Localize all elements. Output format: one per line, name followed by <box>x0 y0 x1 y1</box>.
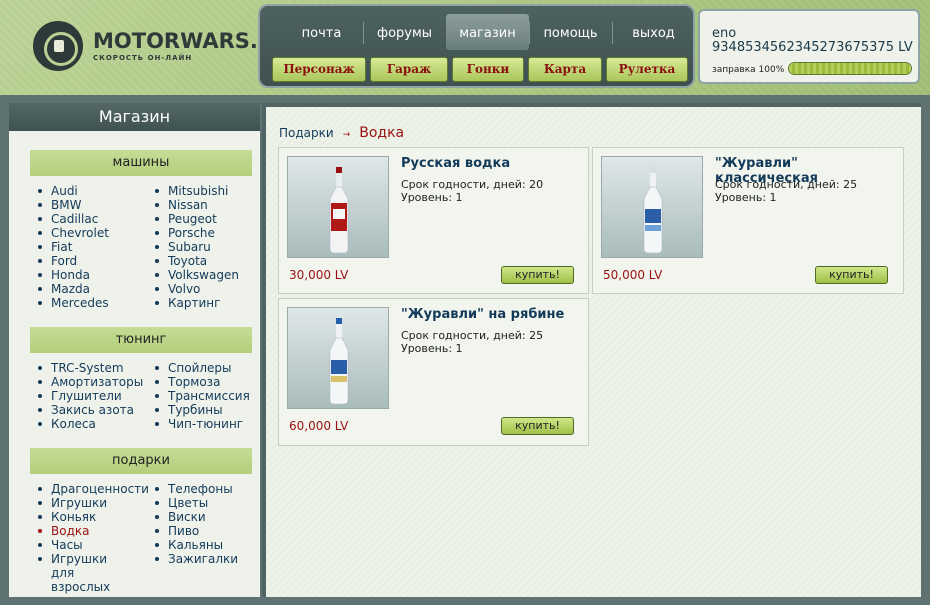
product-card: "Журавли" на рябине Срок годности, дней:… <box>278 298 589 446</box>
product-level: Уровень: 1 <box>401 191 463 204</box>
list-item[interactable]: Peugeot <box>148 212 239 226</box>
product-shelf-life: Срок годности, дней: 20 <box>401 178 544 191</box>
list-item[interactable]: Чип-тюнинг <box>148 417 250 431</box>
fuel-progress-bar <box>788 62 912 75</box>
gifts-list-col1: Драгоценности Игрушки Коньяк Водка Часы … <box>31 482 149 594</box>
list-item[interactable]: Коньяк <box>31 510 149 524</box>
user-panel: eno 9348534562345273675375 LV заправка 1… <box>698 9 920 84</box>
list-item[interactable]: Игрушки для взрослых <box>31 552 126 594</box>
list-item[interactable]: Toyota <box>148 254 239 268</box>
list-item[interactable]: Volkswagen <box>148 268 239 282</box>
product-title: "Журавли" на рябине <box>401 307 565 322</box>
list-item[interactable]: Тормоза <box>148 375 250 389</box>
gifts-list-col2: Телефоны Цветы Виски Пиво Кальяны Зажига… <box>148 482 238 566</box>
list-item[interactable]: Глушители <box>31 389 143 403</box>
product-shelf-life: Срок годности, дней: 25 <box>715 178 858 191</box>
vodka-bottle-icon <box>329 167 349 253</box>
cars-list-col1: Audi BMW Cadillac Chevrolet Fiat Ford Ho… <box>31 184 109 310</box>
list-item[interactable]: Закись азота <box>31 403 143 417</box>
vodka-bottle-icon <box>643 167 663 253</box>
breadcrumb-current: Водка <box>359 125 405 141</box>
list-item[interactable]: Колеса <box>31 417 143 431</box>
character-button[interactable]: Персонаж <box>272 57 366 82</box>
list-item[interactable]: Картинг <box>148 296 239 310</box>
product-shelf-life: Срок годности, дней: 25 <box>401 329 544 342</box>
main-content: Подарки → Водка Русская водка Срок годно… <box>262 103 921 597</box>
product-level: Уровень: 1 <box>715 191 777 204</box>
breadcrumb-parent[interactable]: Подарки <box>279 126 334 140</box>
list-item[interactable]: Nissan <box>148 198 239 212</box>
list-item[interactable]: Mercedes <box>31 296 109 310</box>
product-price: 60,000 LV <box>289 419 349 433</box>
list-item[interactable]: Трансмиссия <box>148 389 250 403</box>
list-item[interactable]: Амортизаторы <box>31 375 143 389</box>
product-price: 30,000 LV <box>289 268 349 282</box>
sidebar-title: Магазин <box>9 103 260 131</box>
roulette-button[interactable]: Рулетка <box>606 57 688 82</box>
buy-button[interactable]: купить! <box>501 417 574 435</box>
buy-button[interactable]: купить! <box>815 266 888 284</box>
list-item[interactable]: Fiat <box>31 240 109 254</box>
buy-button[interactable]: купить! <box>501 266 574 284</box>
list-item-active[interactable]: Водка <box>31 524 149 538</box>
product-image[interactable] <box>287 307 389 409</box>
list-item[interactable]: Volvo <box>148 282 239 296</box>
cars-list-col2: Mitsubishi Nissan Peugeot Porsche Subaru… <box>148 184 239 310</box>
garage-button[interactable]: Гараж <box>370 57 448 82</box>
nav-tab-mail[interactable]: почта <box>280 14 363 50</box>
breadcrumb-arrow-icon: → <box>342 130 351 140</box>
header: MOTORWARS.RU СКОРОСТЬ ОН-ЛАЙН почта фору… <box>0 0 930 95</box>
list-item[interactable]: Драгоценности <box>31 482 149 496</box>
list-item[interactable]: Кальяны <box>148 538 238 552</box>
list-item[interactable]: Honda <box>31 268 109 282</box>
list-item[interactable]: Турбины <box>148 403 250 417</box>
tuning-list-col2: Спойлеры Тормоза Трансмиссия Турбины Чип… <box>148 361 250 431</box>
list-item[interactable]: Porsche <box>148 226 239 240</box>
list-item[interactable]: Cadillac <box>31 212 109 226</box>
list-item[interactable]: Виски <box>148 510 238 524</box>
list-item[interactable]: TRC-System <box>31 361 143 375</box>
list-item[interactable]: BMW <box>31 198 109 212</box>
breadcrumb: Подарки → Водка <box>279 125 404 141</box>
list-item[interactable]: Цветы <box>148 496 238 510</box>
list-item[interactable]: Игрушки <box>31 496 149 510</box>
nav-tab-forums[interactable]: форумы <box>363 14 446 50</box>
vodka-bottle-icon <box>329 318 349 404</box>
site-logo[interactable]: MOTORWARS.RU СКОРОСТЬ ОН-ЛАЙН <box>33 21 291 71</box>
list-item[interactable]: Mitsubishi <box>148 184 239 198</box>
user-balance: 9348534562345273675375 LV <box>712 40 913 55</box>
list-item[interactable]: Ford <box>31 254 109 268</box>
fuel-label: заправка 100% <box>712 65 785 75</box>
list-item[interactable]: Спойлеры <box>148 361 250 375</box>
product-level: Уровень: 1 <box>401 342 463 355</box>
product-price: 50,000 LV <box>603 268 663 282</box>
category-gifts[interactable]: подарки <box>30 448 252 474</box>
category-tuning[interactable]: тюнинг <box>30 327 252 353</box>
product-image[interactable] <box>287 156 389 258</box>
product-card: Русская водка Срок годности, дней: 20 Ур… <box>278 147 589 294</box>
list-item[interactable]: Chevrolet <box>31 226 109 240</box>
product-title: Русская водка <box>401 156 511 171</box>
list-item[interactable]: Audi <box>31 184 109 198</box>
main-navigation: почта форумы магазин помощь выход Персон… <box>258 4 695 88</box>
races-button[interactable]: Гонки <box>452 57 524 82</box>
user-name[interactable]: eno <box>712 26 736 41</box>
nav-tab-help[interactable]: помощь <box>529 14 612 50</box>
category-cars[interactable]: машины <box>30 150 252 176</box>
nav-tab-shop[interactable]: магазин <box>446 14 529 50</box>
product-card: "Журавли" классическая Срок годности, дн… <box>592 147 904 294</box>
list-item[interactable]: Subaru <box>148 240 239 254</box>
list-item[interactable]: Часы <box>31 538 149 552</box>
product-image[interactable] <box>601 156 703 258</box>
fuel-progress-fill <box>789 63 911 74</box>
tuning-list-col1: TRC-System Амортизаторы Глушители Закись… <box>31 361 143 431</box>
nav-tab-exit[interactable]: выход <box>612 14 695 50</box>
logo-emblem-icon <box>33 21 83 71</box>
list-item[interactable]: Телефоны <box>148 482 238 496</box>
list-item[interactable]: Зажигалки <box>148 552 238 566</box>
sidebar: Магазин машины Audi BMW Cadillac Chevrol… <box>9 103 260 597</box>
map-button[interactable]: Карта <box>528 57 602 82</box>
list-item[interactable]: Пиво <box>148 524 238 538</box>
list-item[interactable]: Mazda <box>31 282 109 296</box>
